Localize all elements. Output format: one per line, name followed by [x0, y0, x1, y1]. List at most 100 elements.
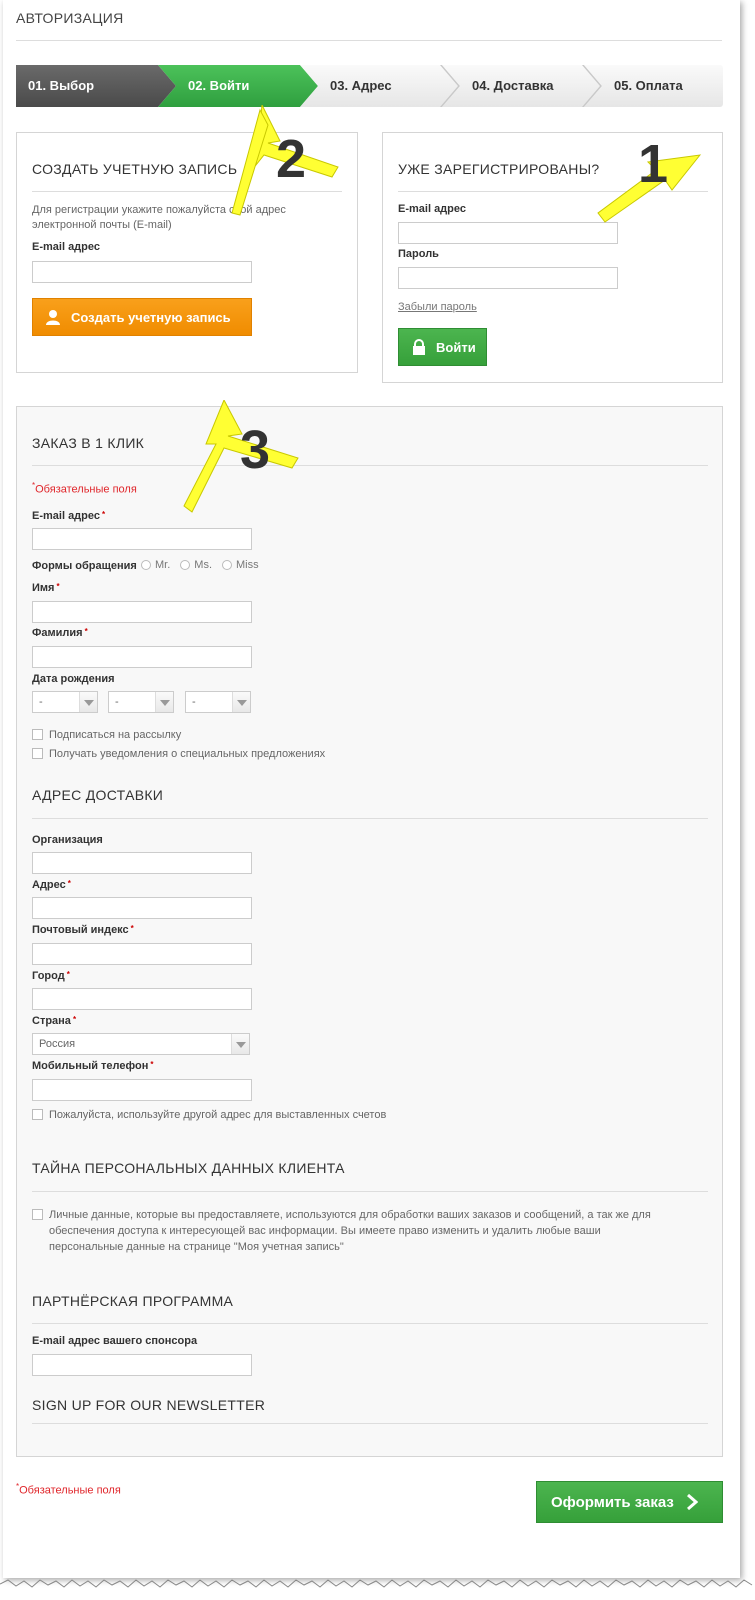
- create-account-button[interactable]: Создать учетную запись: [32, 298, 252, 336]
- footer-required-note-text: Обязательные поля: [19, 1484, 121, 1497]
- step-login[interactable]: 02. Войти: [158, 65, 318, 107]
- country-select[interactable]: Россия: [32, 1033, 250, 1055]
- birth-year-value: -: [192, 696, 196, 708]
- login-email-label: E-mail адрес: [398, 203, 466, 215]
- zip-input[interactable]: [32, 943, 252, 965]
- birth-year-select[interactable]: -: [185, 691, 251, 713]
- phone-input[interactable]: [32, 1079, 252, 1101]
- chevron-down-icon: [79, 692, 97, 712]
- divider: [32, 191, 342, 192]
- partner-title: ПАРТНЁРСКАЯ ПРОГРАММА: [32, 1293, 234, 1309]
- offers-checkbox-row[interactable]: Получать уведомления о специальных предл…: [32, 746, 325, 762]
- step-choice[interactable]: 01. Выбор: [16, 65, 176, 107]
- privacy-row[interactable]: Личные данные, которые вы предоставляете…: [32, 1207, 672, 1255]
- login-title: УЖЕ ЗАРЕГИСТРИРОВАНЫ?: [398, 161, 600, 177]
- step-label: 01. Выбор: [28, 78, 95, 93]
- submit-order-label: Оформить заказ: [551, 1493, 674, 1511]
- company-label: Организация: [32, 834, 103, 846]
- birth-day-select[interactable]: -: [32, 691, 98, 713]
- radio-miss-label: Miss: [236, 559, 259, 571]
- step-label: 05. Оплата: [614, 78, 683, 93]
- divider: [398, 191, 708, 192]
- radio-miss[interactable]: [222, 560, 233, 570]
- birth-day-value: -: [39, 696, 43, 708]
- qo-email-input[interactable]: [32, 528, 252, 550]
- chevron-right-icon: [686, 1493, 699, 1511]
- privacy-text: Личные данные, которые вы предоставляете…: [49, 1209, 651, 1253]
- step-label: 02. Войти: [188, 78, 250, 93]
- torn-edge: [0, 1579, 753, 1588]
- page-title: АВТОРИЗАЦИЯ: [16, 10, 124, 26]
- login-password-input[interactable]: [398, 267, 618, 289]
- checkout-steps: 01. Выбор 02. Войти 03. Адрес 04. Достав…: [16, 65, 723, 107]
- required-note-text: Обязательные поля: [35, 483, 137, 496]
- chevron-down-icon: [231, 1034, 249, 1054]
- step-address[interactable]: 03. Адрес: [300, 65, 460, 107]
- city-label: Город *: [32, 970, 70, 982]
- zip-label: Почтовый индекс *: [32, 924, 134, 936]
- create-account-button-label: Создать учетную запись: [71, 309, 231, 325]
- first-name-input[interactable]: [32, 601, 252, 623]
- salutation-options: Mr. Ms. Miss: [141, 559, 259, 571]
- other-invoice-row[interactable]: Пожалуйста, используйте другой адрес для…: [32, 1107, 386, 1123]
- quick-order-panel: ЗАКАЗ В 1 КЛИК *Обязательные поля E-mail…: [16, 406, 723, 1457]
- divider: [32, 818, 708, 819]
- company-input[interactable]: [32, 852, 252, 874]
- divider: [32, 1323, 708, 1324]
- radio-mr-label: Mr.: [155, 559, 171, 571]
- first-name-label: Имя *: [32, 582, 60, 594]
- user-icon: [45, 309, 61, 325]
- chevron-down-icon: [155, 692, 173, 712]
- step-delivery[interactable]: 04. Доставка: [442, 65, 602, 107]
- address-label: Адрес *: [32, 879, 71, 891]
- login-button[interactable]: Войти: [398, 328, 487, 366]
- last-name-label: Фамилия *: [32, 627, 88, 639]
- step-payment[interactable]: 05. Оплата: [584, 65, 723, 107]
- step-label: 04. Доставка: [472, 78, 554, 93]
- step-label: 03. Адрес: [330, 78, 392, 93]
- address-input[interactable]: [32, 897, 252, 919]
- country-value: Россия: [39, 1038, 76, 1050]
- qo-email-label: E-mail адрес *: [32, 510, 106, 522]
- newsletter-checkbox-row[interactable]: Подписаться на рассылку: [32, 727, 181, 743]
- login-button-label: Войти: [436, 339, 476, 355]
- newsletter-title: SIGN UP FOR OUR NEWSLETTER: [32, 1397, 266, 1413]
- sponsor-email-label: E-mail адрес вашего спонсора: [32, 1335, 198, 1347]
- create-email-label: E-mail адрес: [32, 241, 100, 253]
- sponsor-email-input[interactable]: [32, 1354, 252, 1376]
- offers-checkbox[interactable]: [32, 748, 43, 759]
- forgot-password-link[interactable]: Забыли пароль: [398, 301, 477, 313]
- login-password-label: Пароль: [398, 248, 439, 260]
- last-name-input[interactable]: [32, 646, 252, 668]
- other-invoice-checkbox[interactable]: [32, 1109, 43, 1120]
- birthdate-label: Дата рождения: [32, 673, 115, 685]
- divider: [32, 1191, 708, 1192]
- login-panel: УЖЕ ЗАРЕГИСТРИРОВАНЫ? E-mail адрес Парол…: [382, 132, 723, 383]
- divider: [32, 1423, 708, 1424]
- footer-required-note: *Обязательные поля: [16, 1482, 121, 1497]
- create-account-title: СОЗДАТЬ УЧЕТНУЮ ЗАПИСЬ: [32, 161, 238, 177]
- create-account-panel: СОЗДАТЬ УЧЕТНУЮ ЗАПИСЬ Для регистрации у…: [16, 132, 358, 373]
- delivery-title: АДРЕС ДОСТАВКИ: [32, 787, 164, 803]
- divider: [32, 465, 708, 466]
- required-note: *Обязательные поля: [32, 481, 137, 496]
- title-divider: [16, 40, 722, 41]
- birth-month-select[interactable]: -: [108, 691, 174, 713]
- create-email-input[interactable]: [32, 261, 252, 283]
- radio-ms-label: Ms.: [194, 559, 213, 571]
- other-invoice-label: Пожалуйста, используйте другой адрес для…: [49, 1109, 387, 1121]
- submit-order-button[interactable]: Оформить заказ: [536, 1481, 723, 1523]
- lock-icon: [412, 339, 426, 355]
- privacy-checkbox[interactable]: [32, 1209, 43, 1220]
- newsletter-checkbox[interactable]: [32, 729, 43, 740]
- phone-label: Мобильный телефон *: [32, 1060, 154, 1072]
- country-label: Страна *: [32, 1015, 77, 1027]
- city-input[interactable]: [32, 988, 252, 1010]
- chevron-down-icon: [232, 692, 250, 712]
- offers-checkbox-label: Получать уведомления о специальных предл…: [49, 748, 326, 760]
- radio-mr[interactable]: [141, 560, 151, 570]
- radio-ms[interactable]: [180, 560, 191, 570]
- birth-month-value: -: [115, 696, 119, 708]
- login-email-input[interactable]: [398, 222, 618, 244]
- create-account-hint: Для регистрации укажите пожалуйста свой …: [32, 204, 286, 231]
